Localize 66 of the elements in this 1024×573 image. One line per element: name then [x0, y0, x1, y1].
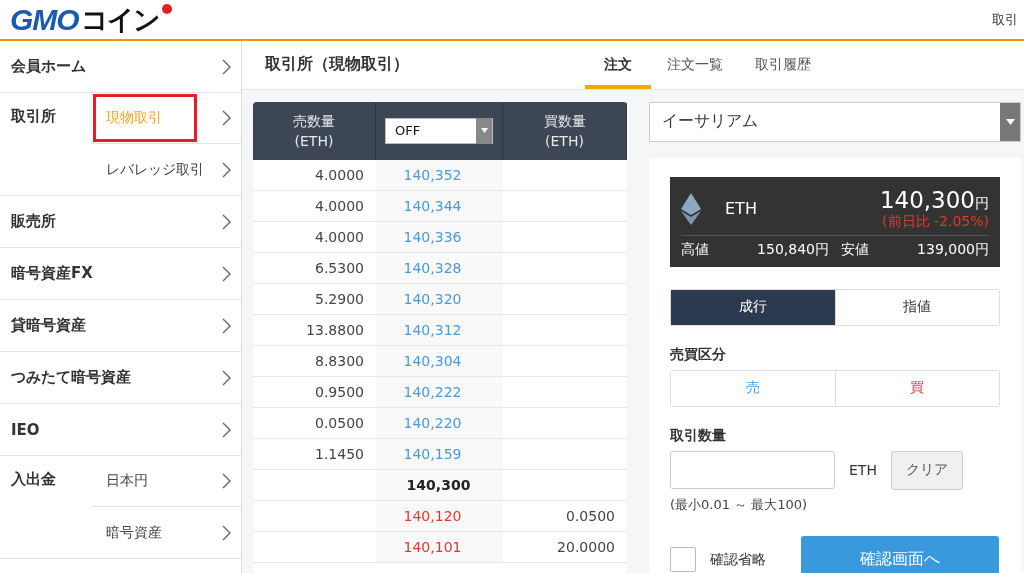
- low-label: 安値: [841, 240, 869, 259]
- chevron-right-icon: [222, 421, 231, 438]
- chevron-right-icon: [222, 213, 231, 230]
- clear-button[interactable]: クリア: [890, 450, 963, 490]
- table-cell: 0.0500: [566, 507, 615, 524]
- logo-dot-icon: [161, 3, 172, 14]
- order-type-tab[interactable]: 成行: [671, 289, 835, 325]
- sidebar-subitem[interactable]: 暗号資産: [93, 508, 173, 557]
- sidebar-item[interactable]: 販売所: [11, 212, 56, 231]
- column-header: 買数量 (ETH): [503, 101, 627, 160]
- checkbox[interactable]: [670, 547, 696, 573]
- tab[interactable]: 取引履歴: [739, 45, 827, 89]
- dropdown-caret-icon: [1005, 118, 1015, 125]
- currency-select[interactable]: イーサリアム: [649, 101, 1021, 142]
- chevron-right-icon: [222, 369, 231, 386]
- column-header: 売数量 (ETH): [253, 101, 376, 160]
- price-change: (前日比 -2.05%): [881, 212, 989, 231]
- chevron-right-icon: [222, 161, 231, 178]
- table-cell: 8.8300: [315, 352, 364, 369]
- amount-hint: (最小0.01 ～ 最大100): [670, 495, 809, 514]
- table-cell: 0.0500: [315, 414, 364, 431]
- side-button[interactable]: 買: [834, 370, 999, 406]
- chevron-right-icon: [222, 110, 231, 126]
- field-label: 取引数量: [670, 426, 727, 445]
- sidebar-group-label: 取引所: [10, 106, 57, 127]
- table-cell: 13.8800: [306, 321, 364, 338]
- high-label: 高値: [681, 240, 709, 259]
- tab[interactable]: 注文一覧: [651, 45, 739, 89]
- sidebar-item[interactable]: IEO: [11, 420, 40, 439]
- table-cell: 20.0000: [557, 538, 615, 555]
- chevron-right-icon: [222, 317, 231, 334]
- ticker-price: 140,300円: [879, 186, 989, 213]
- table-cell: 0.9500: [315, 383, 364, 400]
- page-title: 取引所（現物取引）: [265, 54, 410, 76]
- tab[interactable]: 注文: [585, 45, 651, 89]
- amount-field[interactable]: [670, 451, 835, 490]
- table-cell: 4.0000: [315, 166, 364, 183]
- header-link[interactable]: 取引: [992, 10, 1018, 29]
- table-cell: 5.2900: [315, 290, 364, 307]
- chevron-right-icon: [222, 524, 231, 541]
- table-cell: 4.0000: [315, 197, 364, 214]
- table-cell: 1.1450: [315, 445, 364, 462]
- field-label: 売買区分: [670, 345, 727, 364]
- dropdown-caret-icon: [480, 128, 488, 134]
- order-type-tab[interactable]: 指値: [834, 289, 999, 325]
- low-value: 139,000円: [916, 240, 989, 259]
- logo-text: コイン: [80, 2, 159, 37]
- chevron-right-icon: [222, 265, 231, 282]
- sidebar-subitem[interactable]: レバレッジ取引: [93, 145, 215, 194]
- filter-select[interactable]: OFF: [385, 117, 493, 144]
- sidebar-item[interactable]: 会員ホーム: [11, 57, 86, 76]
- ticker-symbol: ETH: [725, 199, 758, 219]
- high-value: 150,840円: [756, 240, 830, 259]
- chevron-right-icon: [222, 58, 231, 75]
- sidebar-group-label: 入出金: [10, 469, 57, 490]
- logo-text: GMO: [10, 2, 79, 37]
- ethereum-icon: [681, 192, 701, 225]
- chevron-right-icon: [222, 473, 231, 489]
- sidebar-item[interactable]: 暗号資産FX: [11, 264, 93, 283]
- sidebar-item[interactable]: つみたて暗号資産: [11, 368, 131, 387]
- table-cell: 6.5300: [315, 259, 364, 276]
- sidebar-item[interactable]: 貸暗号資産: [11, 316, 86, 335]
- checkbox-label: 確認省略: [710, 550, 767, 569]
- sidebar-subitem[interactable]: 日本円: [93, 457, 159, 505]
- unit-label: ETH: [849, 462, 877, 479]
- table-cell: 4.0000: [315, 228, 364, 245]
